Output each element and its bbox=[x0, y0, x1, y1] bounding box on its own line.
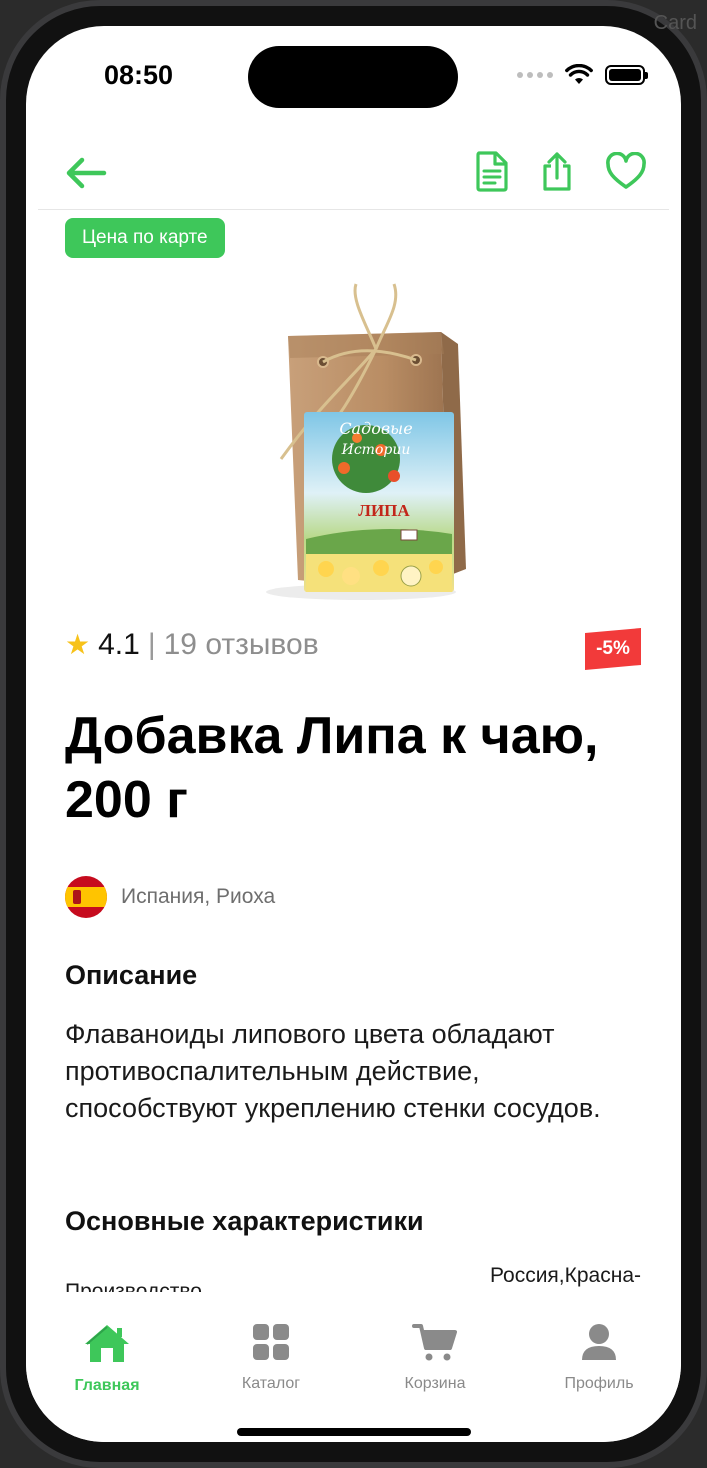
discount-badge: -5% bbox=[585, 628, 641, 670]
share-button[interactable] bbox=[539, 150, 575, 192]
dynamic-island bbox=[248, 46, 458, 108]
home-indicator bbox=[237, 1428, 471, 1436]
rating-value: 4.1 bbox=[98, 628, 140, 661]
description-text: Флаваноиды липового цвета обладают проти… bbox=[65, 1019, 601, 1123]
cellular-signal-icon bbox=[517, 72, 553, 78]
screen: 08:50 Цена по карте Садовые Истории ЛИПА… bbox=[26, 26, 681, 1442]
spec-value: Россия,Красна- bbox=[489, 1264, 641, 1287]
rating-separator: | bbox=[147, 628, 156, 661]
specs-title: Основные характеристики bbox=[65, 1206, 424, 1236]
tab-catalog[interactable]: Каталог bbox=[216, 1322, 326, 1393]
status-time: 08:50 bbox=[104, 60, 174, 90]
top-nav-bar bbox=[38, 136, 669, 210]
reviews-count[interactable]: 19 отзывов bbox=[164, 628, 319, 662]
star-icon: ★ bbox=[65, 629, 91, 660]
product-image[interactable]: Садовые Истории ЛИПА bbox=[226, 254, 496, 604]
background-ghost-text: Card bbox=[653, 12, 697, 34]
tab-home[interactable]: Главная bbox=[52, 1322, 162, 1395]
home-icon bbox=[85, 1325, 129, 1362]
back-button[interactable] bbox=[64, 156, 108, 190]
card-price-badge: Цена по карте bbox=[65, 218, 225, 258]
heart-icon bbox=[606, 152, 646, 189]
tab-profile[interactable]: Профиль bbox=[544, 1322, 654, 1393]
package-brand-text: Садовые bbox=[339, 419, 412, 438]
spec-row: Производство Россия,Красна- bbox=[65, 1264, 641, 1303]
wifi-icon bbox=[565, 64, 593, 84]
status-icons bbox=[517, 64, 648, 86]
share-icon bbox=[543, 152, 571, 191]
package-product-text: ЛИПА bbox=[358, 501, 410, 520]
tab-profile-label: Профиль bbox=[564, 1375, 634, 1392]
spain-flag-icon bbox=[65, 876, 107, 918]
profile-icon bbox=[582, 1324, 616, 1360]
arrow-left-icon bbox=[66, 157, 107, 189]
tab-cart[interactable]: Корзина bbox=[380, 1322, 490, 1393]
description-title: Описание bbox=[65, 960, 198, 990]
svg-text:Истории: Истории bbox=[341, 442, 411, 458]
tab-cart-label: Корзина bbox=[404, 1375, 466, 1392]
battery-icon bbox=[605, 65, 648, 85]
rating-row[interactable]: ★ 4.1 | 19 отзывов bbox=[65, 628, 319, 662]
document-icon bbox=[476, 151, 508, 192]
origin-row: Испания, Риоха bbox=[65, 876, 275, 918]
grid-icon bbox=[253, 1324, 289, 1360]
product-title: Добавка Липа к чаю, 200 г bbox=[65, 707, 599, 829]
tab-bar: Главная Каталог Корзина Профиль bbox=[26, 1292, 681, 1442]
cart-icon bbox=[412, 1324, 457, 1361]
document-button[interactable] bbox=[475, 150, 509, 192]
tab-catalog-label: Каталог bbox=[241, 1375, 301, 1392]
tab-home-label: Главная bbox=[74, 1377, 140, 1394]
favorite-button[interactable] bbox=[605, 152, 647, 190]
origin-text: Испания, Риоха bbox=[121, 885, 276, 908]
